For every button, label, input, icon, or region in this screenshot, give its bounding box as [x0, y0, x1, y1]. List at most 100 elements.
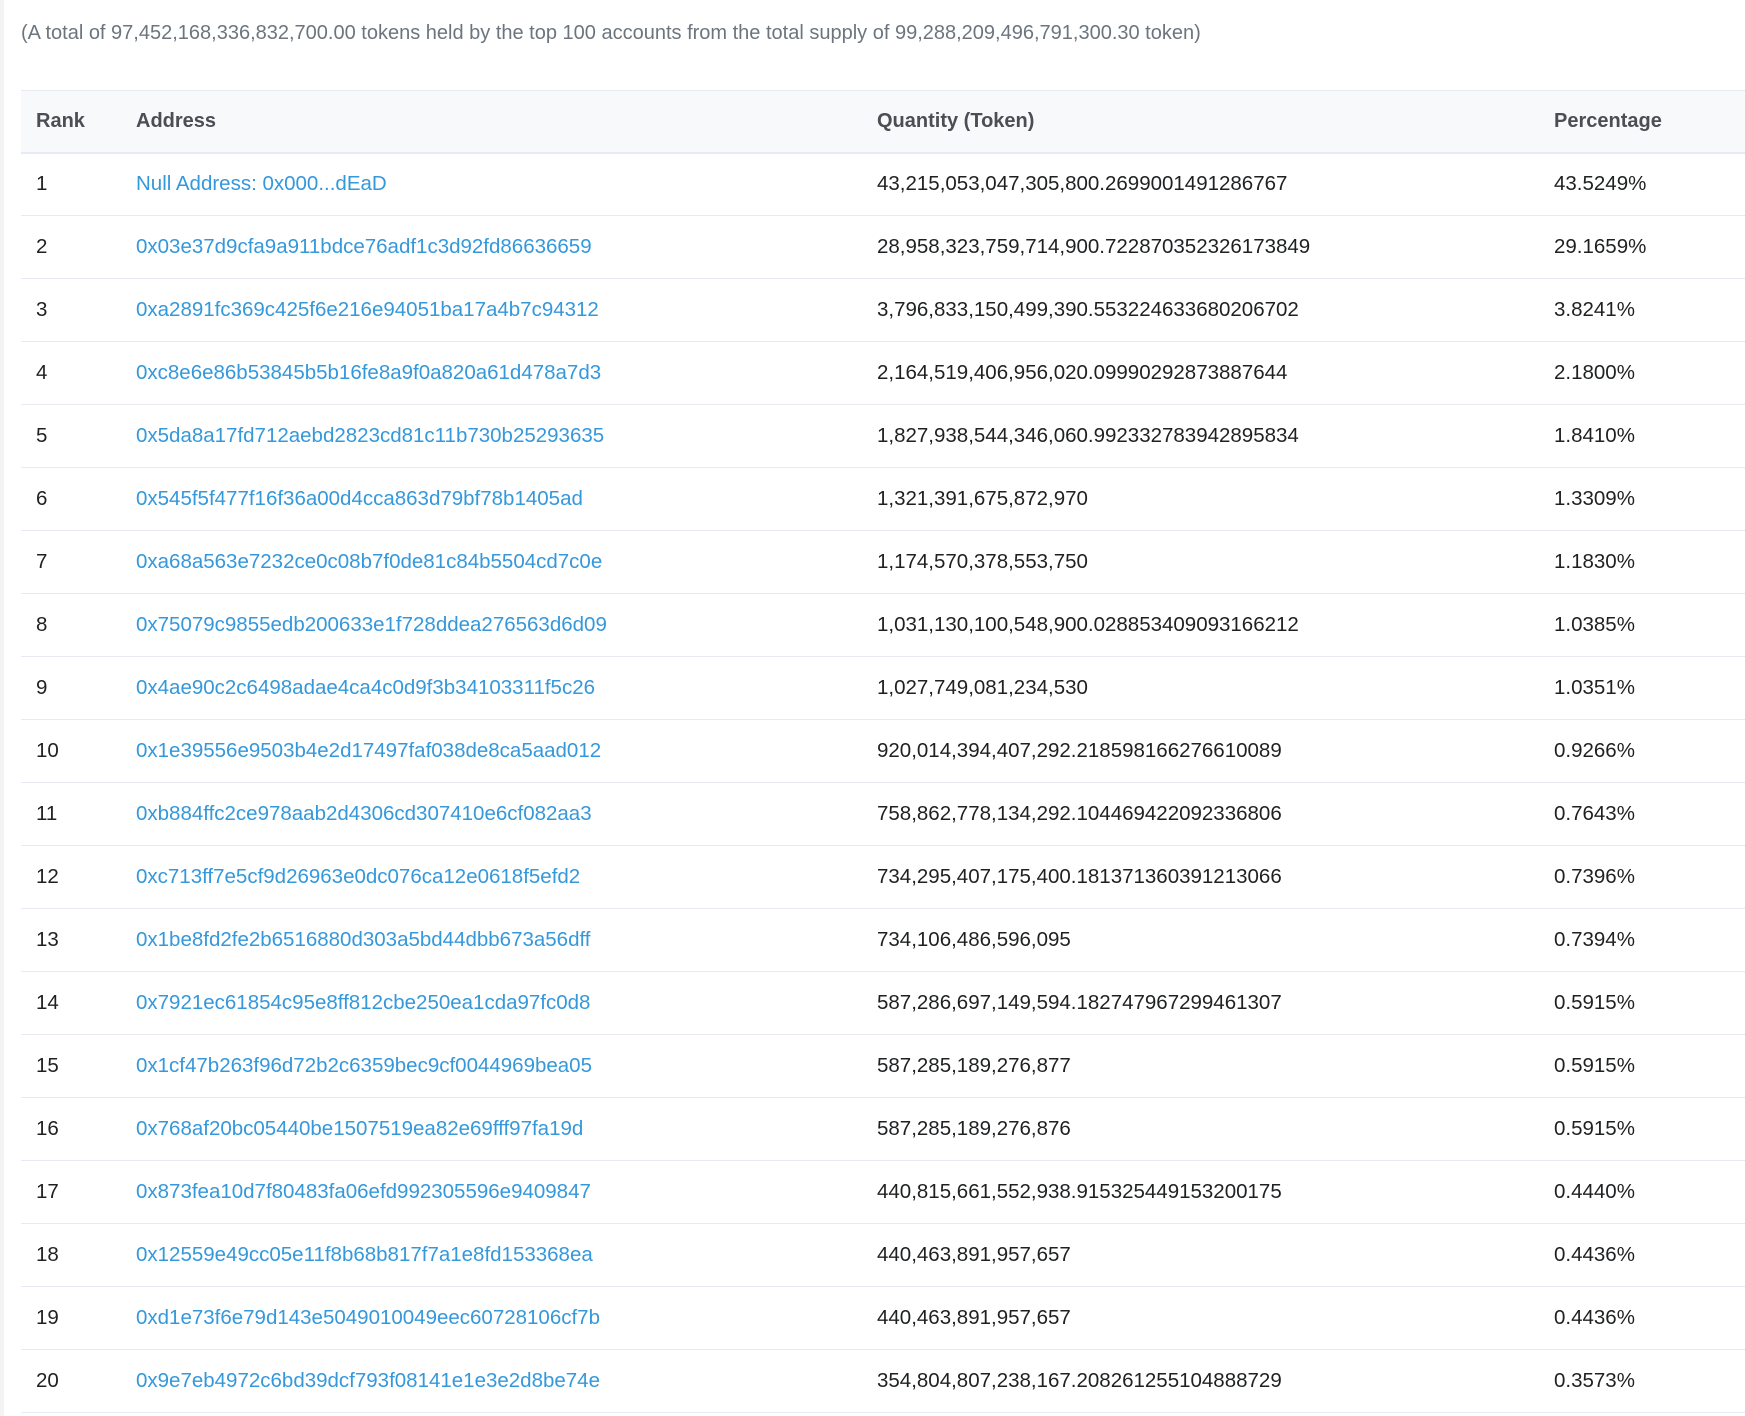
rank-cell: 1 [21, 152, 136, 216]
quantity-cell: 440,463,891,957,657 [877, 1286, 1554, 1350]
quantity-cell: 2,164,519,406,956,020.09990292873887644 [877, 341, 1554, 405]
percentage-cell: 0.7394% [1554, 908, 1745, 972]
rank-cell: 8 [21, 593, 136, 657]
quantity-cell: 1,027,749,081,234,530 [877, 656, 1554, 720]
address-link[interactable]: 0xb884ffc2ce978aab2d4306cd307410e6cf082a… [136, 802, 592, 825]
address-link[interactable]: 0x12559e49cc05e11f8b68b817f7a1e8fd153368… [136, 1243, 593, 1266]
table-row: 11 0xb884ffc2ce978aab2d4306cd307410e6cf0… [21, 782, 1745, 846]
address-link[interactable]: 0xa2891fc369c425f6e216e94051ba17a4b7c943… [136, 298, 599, 321]
percentage-cell: 0.4436% [1554, 1223, 1745, 1287]
rank-cell: 4 [21, 341, 136, 405]
address-link[interactable]: 0x03e37d9cfa9a911bdce76adf1c3d92fd866366… [136, 235, 592, 258]
address-cell: 0x12559e49cc05e11f8b68b817f7a1e8fd153368… [136, 1223, 877, 1287]
address-link[interactable]: 0x7921ec61854c95e8ff812cbe250ea1cda97fc0… [136, 991, 590, 1014]
address-cell: 0xa2891fc369c425f6e216e94051ba17a4b7c943… [136, 278, 877, 342]
address-link[interactable]: 0x9e7eb4972c6bd39dcf793f08141e1e3e2d8be7… [136, 1369, 600, 1392]
address-link[interactable]: 0xc713ff7e5cf9d26963e0dc076ca12e0618f5ef… [136, 865, 580, 888]
address-cell: 0x4ae90c2c6498adae4ca4c0d9f3b34103311f5c… [136, 656, 877, 720]
quantity-cell: 734,106,486,596,095 [877, 908, 1554, 972]
address-cell: 0x9e7eb4972c6bd39dcf793f08141e1e3e2d8be7… [136, 1349, 877, 1413]
percentage-cell: 0.5915% [1554, 971, 1745, 1035]
quantity-cell: 28,958,323,759,714,900.72287035232617384… [877, 215, 1554, 279]
address-link[interactable]: Null Address: 0x000...dEaD [136, 172, 387, 195]
table-row: 5 0x5da8a17fd712aebd2823cd81c11b730b2529… [21, 404, 1745, 468]
rank-cell: 17 [21, 1160, 136, 1224]
address-link[interactable]: 0x873fea10d7f80483fa06efd992305596e94098… [136, 1180, 591, 1203]
address-cell: 0x7921ec61854c95e8ff812cbe250ea1cda97fc0… [136, 971, 877, 1035]
quantity-cell: 43,215,053,047,305,800.2699001491286767 [877, 152, 1554, 216]
table-row: 15 0x1cf47b263f96d72b2c6359bec9cf0044969… [21, 1034, 1745, 1098]
address-cell: 0x873fea10d7f80483fa06efd992305596e94098… [136, 1160, 877, 1224]
holders-summary: (A total of 97,452,168,336,832,700.00 to… [21, 22, 1201, 44]
rank-cell: 9 [21, 656, 136, 720]
address-cell: 0xb884ffc2ce978aab2d4306cd307410e6cf082a… [136, 782, 877, 846]
address-link[interactable]: 0x545f5f477f16f36a00d4cca863d79bf78b1405… [136, 487, 583, 510]
rank-cell: 18 [21, 1223, 136, 1287]
address-cell: 0x768af20bc05440be1507519ea82e69fff97fa1… [136, 1097, 877, 1161]
column-header-percentage: Percentage [1554, 90, 1745, 154]
address-link[interactable]: 0x1cf47b263f96d72b2c6359bec9cf0044969bea… [136, 1054, 592, 1077]
quantity-cell: 1,321,391,675,872,970 [877, 467, 1554, 531]
percentage-cell: 0.4436% [1554, 1286, 1745, 1350]
table-row: 18 0x12559e49cc05e11f8b68b817f7a1e8fd153… [21, 1223, 1745, 1287]
rank-cell: 20 [21, 1349, 136, 1413]
rank-cell: 13 [21, 908, 136, 972]
rank-cell: 6 [21, 467, 136, 531]
address-cell: 0x5da8a17fd712aebd2823cd81c11b730b252936… [136, 404, 877, 468]
percentage-cell: 0.5915% [1554, 1097, 1745, 1161]
table-row: 19 0xd1e73f6e79d143e5049010049eec6072810… [21, 1286, 1745, 1350]
table-row: 1 Null Address: 0x000...dEaD 43,215,053,… [21, 152, 1745, 216]
percentage-cell: 0.7643% [1554, 782, 1745, 846]
address-link[interactable]: 0x1be8fd2fe2b6516880d303a5bd44dbb673a56d… [136, 928, 591, 951]
percentage-cell: 1.8410% [1554, 404, 1745, 468]
percentage-cell: 1.1830% [1554, 530, 1745, 594]
address-link[interactable]: 0xa68a563e7232ce0c08b7f0de81c84b5504cd7c… [136, 550, 602, 573]
address-link[interactable]: 0x75079c9855edb200633e1f728ddea276563d6d… [136, 613, 607, 636]
quantity-cell: 758,862,778,134,292.104469422092336806 [877, 782, 1554, 846]
rank-cell: 2 [21, 215, 136, 279]
percentage-cell: 3.8241% [1554, 278, 1745, 342]
quantity-cell: 587,285,189,276,877 [877, 1034, 1554, 1098]
percentage-cell: 2.1800% [1554, 341, 1745, 405]
quantity-cell: 354,804,807,238,167.208261255104888729 [877, 1349, 1554, 1413]
table-row: 12 0xc713ff7e5cf9d26963e0dc076ca12e0618f… [21, 845, 1745, 909]
rank-cell: 7 [21, 530, 136, 594]
address-cell: 0x545f5f477f16f36a00d4cca863d79bf78b1405… [136, 467, 877, 531]
column-header-rank: Rank [21, 90, 136, 154]
table-row: 16 0x768af20bc05440be1507519ea82e69fff97… [21, 1097, 1745, 1161]
address-cell: 0xc8e6e86b53845b5b16fe8a9f0a820a61d478a7… [136, 341, 877, 405]
address-cell: 0xa68a563e7232ce0c08b7f0de81c84b5504cd7c… [136, 530, 877, 594]
address-link[interactable]: 0x768af20bc05440be1507519ea82e69fff97fa1… [136, 1117, 583, 1140]
rank-cell: 15 [21, 1034, 136, 1098]
table-row: 8 0x75079c9855edb200633e1f728ddea276563d… [21, 593, 1745, 657]
table-row: 20 0x9e7eb4972c6bd39dcf793f08141e1e3e2d8… [21, 1349, 1745, 1413]
table-row: 2 0x03e37d9cfa9a911bdce76adf1c3d92fd8663… [21, 215, 1745, 279]
page-left-border [0, 0, 4, 1416]
address-link[interactable]: 0x1e39556e9503b4e2d17497faf038de8ca5aad0… [136, 739, 601, 762]
quantity-cell: 1,031,130,100,548,900.028853409093166212 [877, 593, 1554, 657]
address-cell: 0xc713ff7e5cf9d26963e0dc076ca12e0618f5ef… [136, 845, 877, 909]
rank-cell: 19 [21, 1286, 136, 1350]
rank-cell: 5 [21, 404, 136, 468]
quantity-cell: 440,463,891,957,657 [877, 1223, 1554, 1287]
address-link[interactable]: 0xc8e6e86b53845b5b16fe8a9f0a820a61d478a7… [136, 361, 601, 384]
address-link[interactable]: 0x4ae90c2c6498adae4ca4c0d9f3b34103311f5c… [136, 676, 595, 699]
table-row: 4 0xc8e6e86b53845b5b16fe8a9f0a820a61d478… [21, 341, 1745, 405]
table-row: 6 0x545f5f477f16f36a00d4cca863d79bf78b14… [21, 467, 1745, 531]
address-link[interactable]: 0xd1e73f6e79d143e5049010049eec60728106cf… [136, 1306, 600, 1329]
address-cell: 0x75079c9855edb200633e1f728ddea276563d6d… [136, 593, 877, 657]
table-row: 7 0xa68a563e7232ce0c08b7f0de81c84b5504cd… [21, 530, 1745, 594]
address-cell: 0x03e37d9cfa9a911bdce76adf1c3d92fd866366… [136, 215, 877, 279]
percentage-cell: 29.1659% [1554, 215, 1745, 279]
address-link[interactable]: 0x5da8a17fd712aebd2823cd81c11b730b252936… [136, 424, 604, 447]
percentage-cell: 0.5915% [1554, 1034, 1745, 1098]
table-row: 3 0xa2891fc369c425f6e216e94051ba17a4b7c9… [21, 278, 1745, 342]
column-header-quantity: Quantity (Token) [877, 90, 1554, 154]
address-cell: Null Address: 0x000...dEaD [136, 152, 877, 216]
quantity-cell: 1,827,938,544,346,060.992332783942895834 [877, 404, 1554, 468]
quantity-cell: 920,014,394,407,292.218598166276610089 [877, 719, 1554, 783]
address-cell: 0x1e39556e9503b4e2d17497faf038de8ca5aad0… [136, 719, 877, 783]
table-header-row: Rank Address Quantity (Token) Percentage [21, 90, 1745, 154]
token-holders-table: Rank Address Quantity (Token) Percentage… [21, 90, 1745, 1413]
rank-cell: 12 [21, 845, 136, 909]
